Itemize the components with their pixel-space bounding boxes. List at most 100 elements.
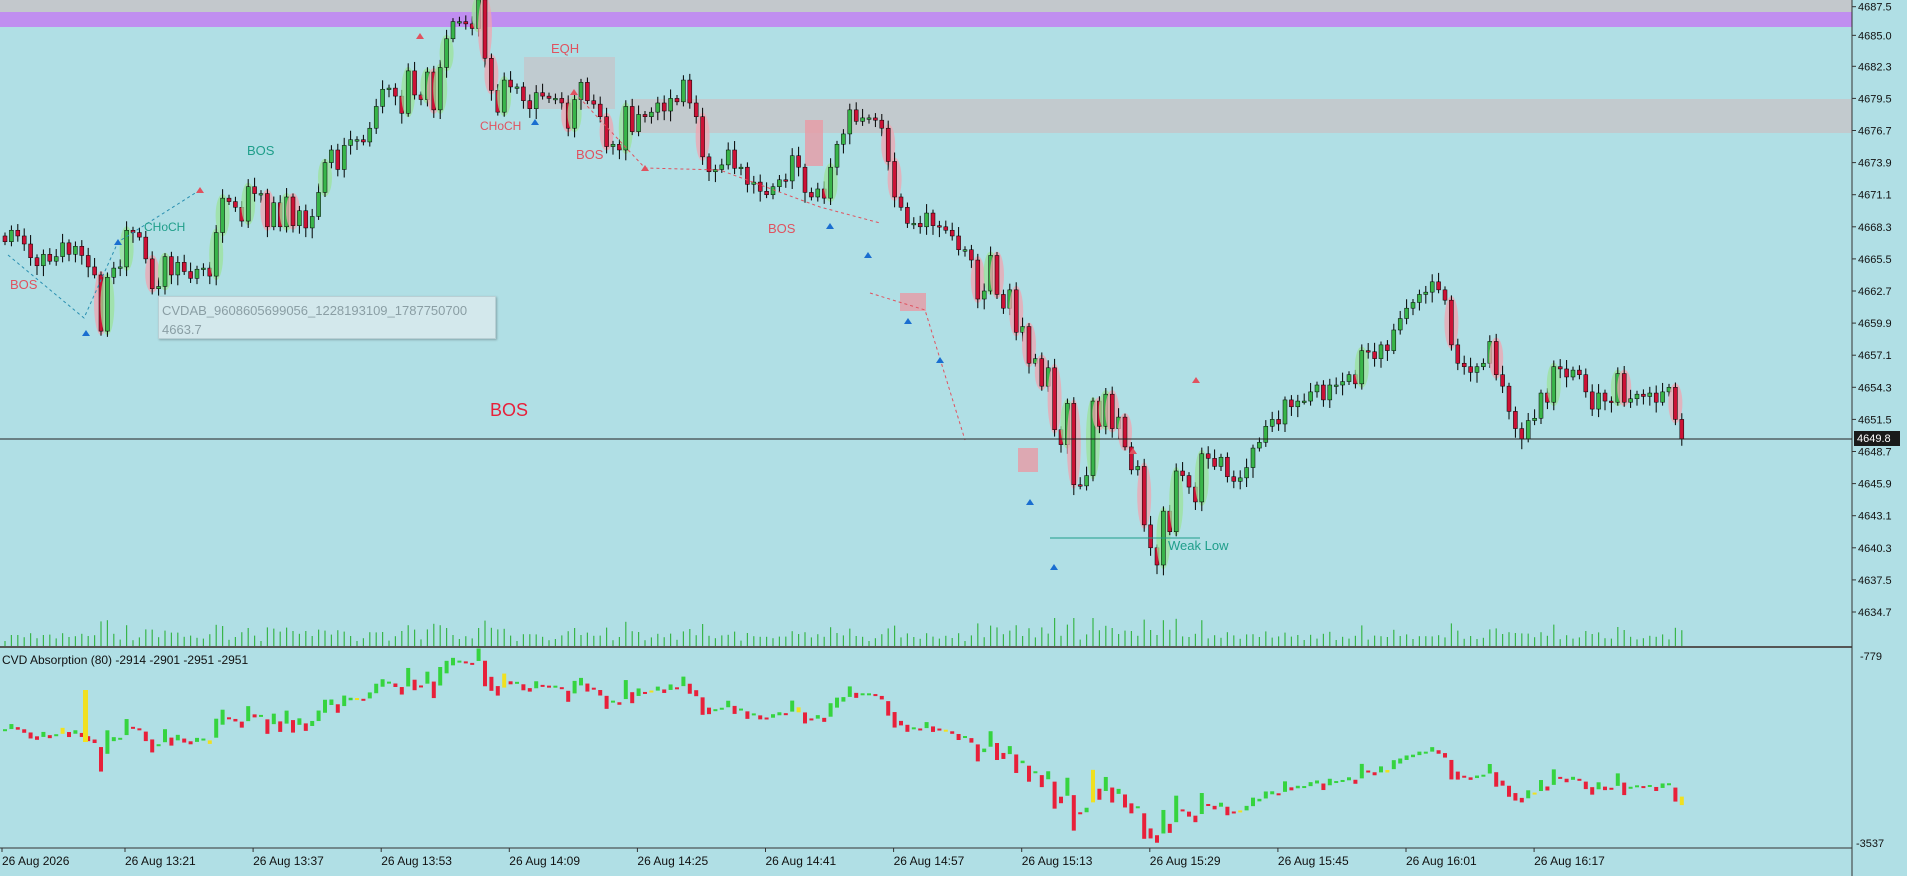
trading-chart[interactable]: 4687.5 4685.0 4682.3 4679.5 4676.7 4673.9 4671… bbox=[0, 0, 1907, 876]
cvd-bar bbox=[252, 714, 257, 718]
bear-candle bbox=[188, 271, 193, 279]
cvd-bar bbox=[1564, 778, 1569, 783]
cvd-bar bbox=[1155, 835, 1159, 843]
cvd-bar bbox=[867, 693, 871, 696]
cvd-bar bbox=[1052, 781, 1057, 809]
bear-candle bbox=[956, 235, 961, 250]
bull-candle bbox=[1084, 475, 1089, 487]
bear-candle bbox=[226, 197, 232, 202]
cvd-bar bbox=[1519, 797, 1524, 803]
cvd-bar bbox=[630, 692, 635, 704]
cvd-bar bbox=[611, 700, 615, 703]
cvd-bar bbox=[489, 676, 494, 691]
cvd-bar bbox=[1423, 751, 1428, 754]
bull-candle bbox=[245, 186, 251, 222]
bull-candle bbox=[73, 246, 78, 255]
bear-candle bbox=[1205, 453, 1211, 459]
cvd-bar bbox=[617, 702, 622, 705]
price-tick-label: 4659.9 bbox=[1858, 318, 1892, 330]
bull-candle bbox=[1257, 442, 1262, 449]
bull-candle bbox=[962, 249, 968, 252]
bear-candle bbox=[1577, 369, 1582, 375]
cvd-bar bbox=[1391, 760, 1396, 770]
bull-candle bbox=[1295, 400, 1301, 408]
bear-candle bbox=[527, 100, 533, 109]
cvd-bar bbox=[553, 685, 558, 688]
bull-candle bbox=[924, 212, 929, 228]
cvd-bar bbox=[1161, 809, 1166, 834]
cvd-bar bbox=[124, 719, 129, 736]
cvd-bar bbox=[393, 683, 398, 687]
bull-candle bbox=[1135, 466, 1141, 471]
cvd-bar bbox=[598, 690, 603, 696]
price-tick-label: 4651.5 bbox=[1858, 414, 1892, 426]
bear-candle bbox=[969, 249, 974, 261]
cvd-bar bbox=[92, 739, 97, 744]
cvd-bar bbox=[924, 722, 929, 729]
bull-candle bbox=[175, 262, 181, 276]
cvd-bar bbox=[374, 683, 379, 694]
bull-candle bbox=[681, 79, 686, 103]
cvd-bar bbox=[726, 700, 731, 708]
cvd-bar bbox=[425, 671, 430, 684]
price-tick-label: 4648.7 bbox=[1858, 447, 1892, 459]
cvd-bar bbox=[118, 737, 123, 740]
cvd-bar bbox=[1532, 792, 1537, 795]
cvd-bar bbox=[483, 660, 487, 687]
cvd-bar bbox=[822, 717, 827, 722]
cvd-bar bbox=[1251, 797, 1255, 807]
cvd-bar bbox=[1468, 777, 1473, 780]
cvd-bar bbox=[246, 706, 251, 722]
cvd-bar bbox=[1199, 793, 1204, 815]
cvd-bar bbox=[1372, 772, 1377, 776]
bear-candle bbox=[1225, 456, 1230, 477]
bull-candle bbox=[623, 106, 629, 151]
cvd-bar bbox=[463, 661, 468, 664]
bear-candle bbox=[1077, 484, 1083, 487]
cvd-bar bbox=[1193, 815, 1198, 823]
bear-candle bbox=[1141, 466, 1147, 526]
cvd-bar bbox=[470, 662, 475, 665]
bull-candle bbox=[572, 99, 577, 129]
bear-candle bbox=[1602, 392, 1608, 402]
cvd-bar bbox=[1212, 805, 1217, 810]
cvd-bar bbox=[1078, 812, 1083, 815]
cvd-bar bbox=[182, 738, 187, 743]
cvd-bar bbox=[918, 728, 923, 731]
bear-candle bbox=[181, 262, 187, 272]
cvd-bar bbox=[841, 697, 846, 702]
bull-candle bbox=[111, 267, 117, 278]
time-tick-label: 26 Aug 16:17 bbox=[1534, 854, 1605, 868]
bear-candle bbox=[1641, 393, 1646, 397]
cvd-bar bbox=[873, 694, 878, 697]
tooltip-line-1: CVDAB_9608605699056_1228193109_178775070… bbox=[162, 303, 468, 318]
bull-candle bbox=[1634, 393, 1640, 400]
cvd-bar bbox=[963, 736, 967, 739]
cvd-bar bbox=[579, 677, 583, 686]
cvd-bar bbox=[35, 736, 39, 740]
bear-candle bbox=[508, 79, 513, 88]
price-tick-label: 4640.3 bbox=[1858, 543, 1892, 555]
order-block-3 bbox=[1018, 448, 1038, 472]
cvd-bar bbox=[547, 685, 551, 688]
bull-candle bbox=[258, 193, 264, 196]
bear-candle bbox=[1500, 374, 1505, 387]
bos-label-2: BOS bbox=[247, 143, 275, 158]
bear-candle bbox=[661, 102, 667, 112]
bear-candle bbox=[1442, 289, 1448, 301]
cvd-bar bbox=[67, 732, 71, 738]
cvd-bar bbox=[1577, 778, 1582, 781]
bull-candle bbox=[789, 155, 795, 182]
bear-candle bbox=[885, 127, 891, 162]
bull-candle bbox=[309, 216, 315, 229]
cvd-bar bbox=[655, 686, 660, 691]
cvd-bar bbox=[1347, 777, 1351, 781]
time-tick-label: 26 Aug 13:21 bbox=[125, 854, 196, 868]
bull-candle bbox=[860, 117, 865, 122]
cvd-bar bbox=[1635, 785, 1639, 788]
bear-candle bbox=[303, 210, 309, 229]
bull-candle bbox=[1481, 362, 1486, 367]
cvd-bar bbox=[1014, 754, 1019, 773]
cvd-bar bbox=[1526, 790, 1531, 799]
bull-candle bbox=[1417, 294, 1422, 303]
